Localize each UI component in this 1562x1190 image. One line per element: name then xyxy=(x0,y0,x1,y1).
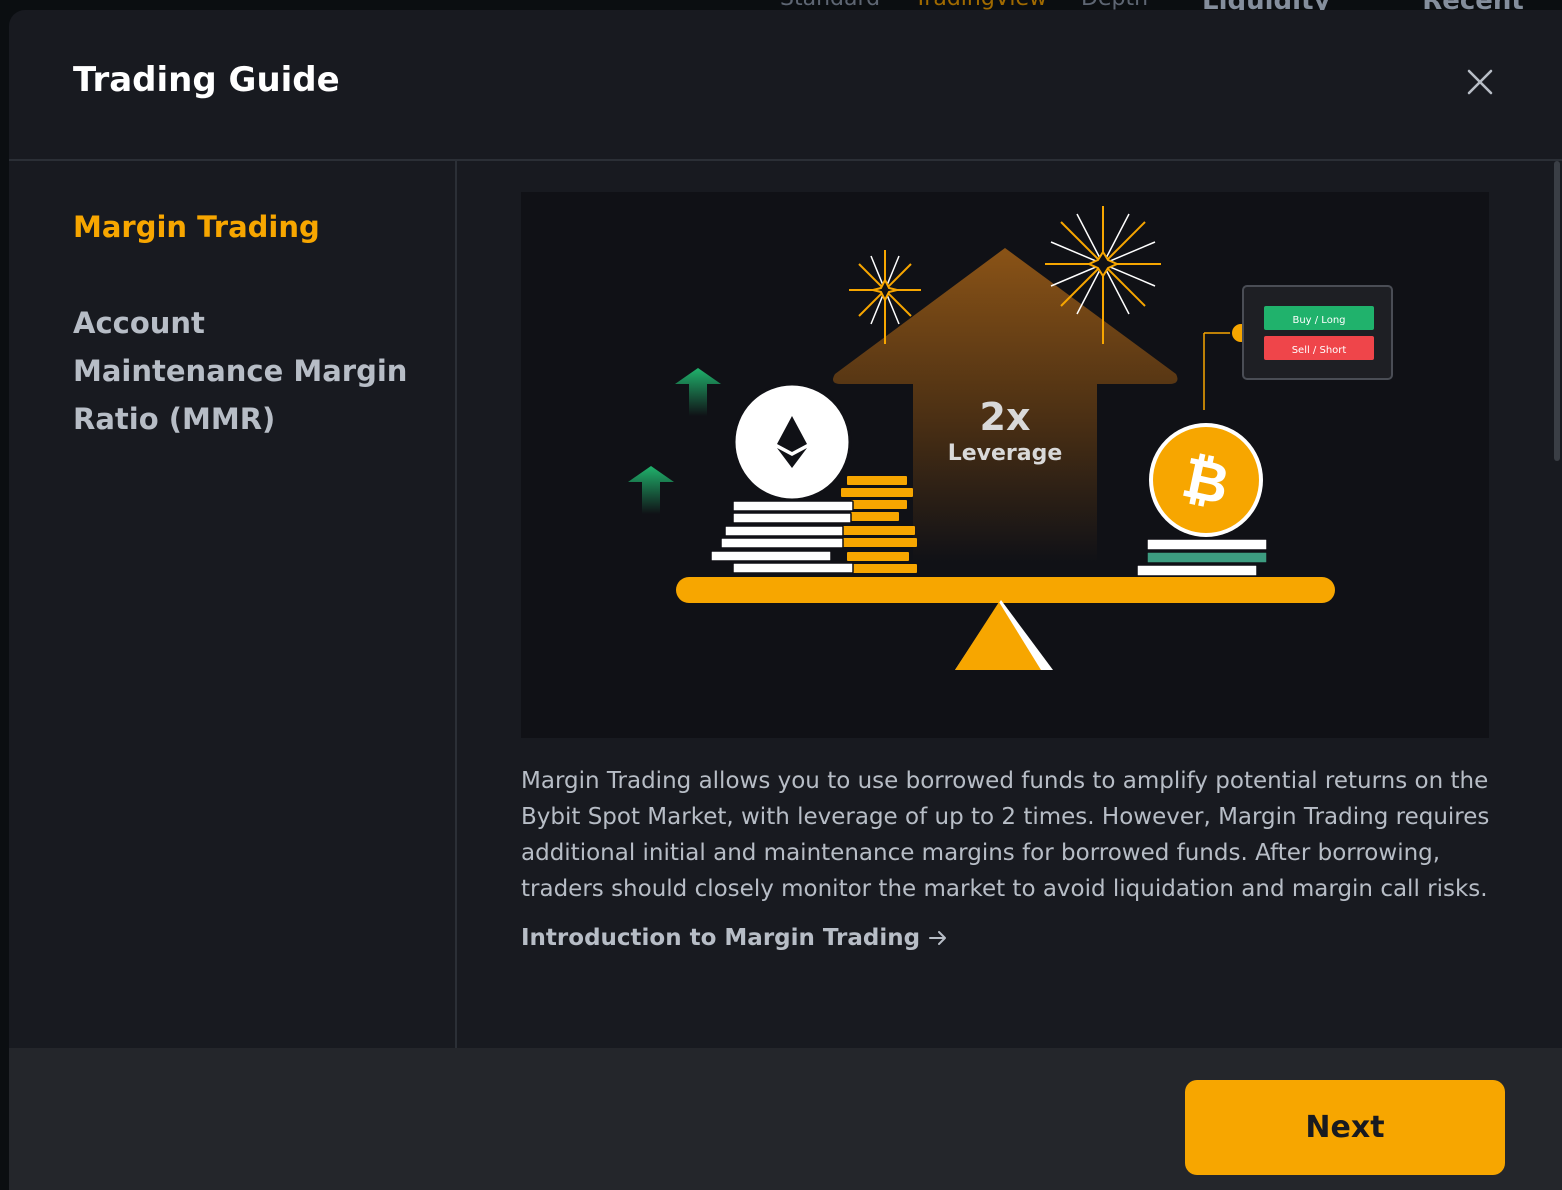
guide-sidebar: Margin Trading Account Maintenance Margi… xyxy=(9,161,457,1048)
sell-short-label: Sell / Short xyxy=(1292,345,1347,356)
background-chart-tabs: Standard TradingView Depth Liquidity Vie… xyxy=(780,0,1562,46)
bg-tab-depth: Depth xyxy=(1081,0,1148,11)
leverage-value: 2x xyxy=(980,395,1031,439)
ethereum-coin-icon xyxy=(732,382,852,502)
close-button[interactable] xyxy=(1464,66,1496,98)
sidebar-item-margin-trading[interactable]: Margin Trading xyxy=(73,203,320,251)
coin-stack-white xyxy=(710,500,854,574)
scrollbar-thumb[interactable] xyxy=(1554,161,1560,461)
bitcoin-coin-icon: ₿ xyxy=(1149,423,1263,537)
up-arrow-green-icon xyxy=(628,368,721,514)
arrow-right-icon xyxy=(929,931,947,945)
coin-stack-btc xyxy=(1136,538,1268,577)
bg-tab-liquidity: Liquidity View xyxy=(1202,0,1331,46)
bg-tab-standard: Standard xyxy=(780,0,880,11)
bg-tab-recent-trades: Recent Tra xyxy=(1422,0,1524,46)
introduction-link-label: Introduction to Margin Trading xyxy=(521,925,921,951)
introduction-link[interactable]: Introduction to Margin Trading xyxy=(521,925,948,951)
guide-content: 2x Leverage ₿ Buy / Long Sell / Short Ma… xyxy=(457,161,1562,1048)
sidebar-item-account-mmr[interactable]: Account Maintenance Margin Ratio (MMR) xyxy=(73,299,423,443)
next-button[interactable]: Next xyxy=(1185,1080,1505,1175)
trading-guide-modal: Trading Guide Margin Trading Account Mai… xyxy=(9,10,1562,1190)
close-icon xyxy=(1467,69,1493,95)
guide-description: Margin Trading allows you to use borrowe… xyxy=(521,768,1490,902)
modal-header: Trading Guide xyxy=(9,10,1562,161)
coin-stack-orange xyxy=(839,476,917,573)
balance-scale-icon xyxy=(676,577,1335,670)
leverage-label: Leverage xyxy=(948,441,1063,466)
scrollbar[interactable] xyxy=(1552,161,1562,461)
margin-trading-illustration: 2x Leverage ₿ Buy / Long Sell / Short xyxy=(521,192,1489,738)
modal-footer: Next xyxy=(9,1048,1562,1190)
modal-title: Trading Guide xyxy=(73,60,340,100)
buy-long-label: Buy / Long xyxy=(1292,315,1345,326)
bg-tab-tradingview: TradingView xyxy=(914,0,1047,11)
